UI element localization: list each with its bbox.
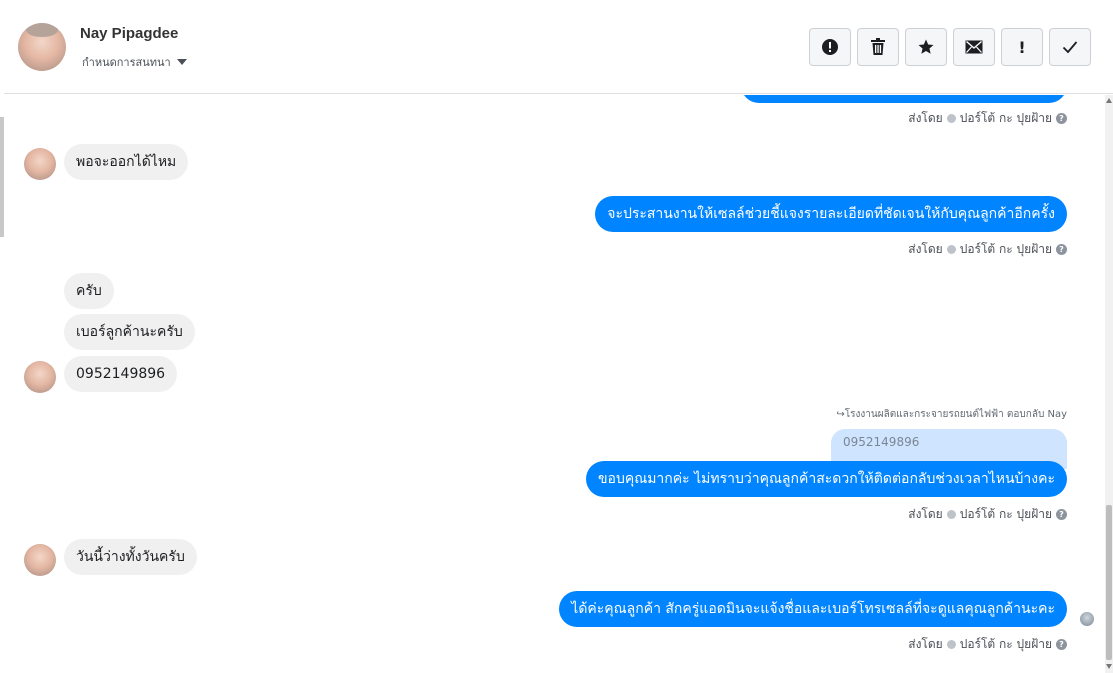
star-button[interactable] [905, 28, 947, 66]
scrollbar-thumb[interactable] [1106, 505, 1112, 660]
sent-by-sender[interactable]: ปอร์โต้ กะ ปุยฝ้าย [960, 109, 1052, 128]
mark-important-button[interactable]: ! [1001, 28, 1043, 66]
contact-avatar-small [24, 148, 56, 180]
outgoing-message[interactable]: ได้ค่ะคุณลูกค้า สักครู่แอดมินจะแจ้งชื่อแ… [559, 591, 1067, 627]
reply-note: ↪โรงงานผลิตและกระจายรถยนต์ไฟฟ้า ตอบกลับ … [836, 409, 1067, 420]
help-icon[interactable]: ? [1056, 244, 1067, 255]
sent-by-row: ส่งโดย ปอร์โต้ กะ ปุยฝ้าย ? [908, 240, 1067, 259]
incoming-message[interactable]: ครับ [64, 273, 114, 309]
scroll-up-icon[interactable] [1106, 98, 1112, 103]
sent-by-prefix: ส่งโดย [908, 507, 943, 521]
mark-spam-button[interactable] [809, 28, 851, 66]
sent-by-prefix: ส่งโดย [908, 637, 943, 651]
vertical-scrollbar[interactable] [1105, 95, 1113, 673]
message-thread[interactable]: ส่งโดย ปอร์โต้ กะ ปุยฝ้าย ? พอจะออกได้ไห… [4, 95, 1105, 673]
toolbar: ! [809, 28, 1091, 66]
mark-unread-button[interactable] [953, 28, 995, 66]
scroll-down-icon[interactable] [1106, 664, 1112, 669]
envelope-icon [965, 40, 983, 54]
outgoing-message[interactable]: จะประสานงานให้เซลล์ช่วยชี้แจงรายละเอียดท… [595, 196, 1067, 232]
exclamation-circle-icon [822, 39, 838, 55]
trash-icon [871, 38, 885, 55]
outgoing-message[interactable]: ขอบคุณมากค่ะ ไม่ทราบว่าคุณลูกค้าสะดวกให้… [585, 461, 1067, 497]
incoming-message[interactable]: เบอร์ลูกค้านะครับ [64, 314, 195, 350]
conversation-status-dropdown[interactable]: กำหนดการสนทนา [82, 53, 187, 71]
help-icon[interactable]: ? [1056, 113, 1067, 124]
sent-by-prefix: ส่งโดย [908, 242, 943, 256]
star-icon [918, 39, 934, 54]
partial-outgoing-bubble [741, 95, 1067, 103]
sent-by-sender[interactable]: ปอร์โต้ กะ ปุยฝ้าย [960, 240, 1052, 259]
sent-by-row: ส่งโดย ปอร์โต้ กะ ปุยฝ้าย ? [908, 505, 1067, 524]
seen-avatar [1080, 612, 1094, 626]
contact-name[interactable]: Nay Pipagdee [80, 25, 178, 42]
sent-by-sender[interactable]: ปอร์โต้ กะ ปุยฝ้าย [960, 505, 1052, 524]
sent-by-row: ส่งโดย ปอร์โต้ กะ ปุยฝ้าย ? [908, 109, 1067, 128]
conversation-header: Nay Pipagdee กำหนดการสนทนา ! [4, 0, 1113, 94]
sent-by-prefix: ส่งโดย [908, 111, 943, 125]
check-icon [1062, 41, 1078, 54]
contact-avatar-small [24, 361, 56, 393]
status-label: กำหนดการสนทนา [82, 56, 171, 69]
incoming-message[interactable]: 0952149896 [64, 356, 178, 392]
sender-dot-icon [946, 510, 956, 519]
sender-dot-icon [946, 245, 956, 254]
sender-dot-icon [946, 640, 956, 649]
incoming-message[interactable]: วันนี้ว่างทั้งวันครับ [64, 539, 197, 575]
delete-button[interactable] [857, 28, 899, 66]
caret-down-icon [176, 59, 187, 65]
contact-avatar-small [24, 544, 56, 576]
sent-by-row: ส่งโดย ปอร์โต้ กะ ปุยฝ้าย ? [908, 635, 1067, 654]
contact-avatar[interactable] [18, 23, 66, 71]
sent-by-sender[interactable]: ปอร์โต้ กะ ปุยฝ้าย [960, 635, 1052, 654]
help-icon[interactable]: ? [1056, 509, 1067, 520]
incoming-message[interactable]: พอจะออกได้ไหม [64, 144, 189, 180]
mark-done-button[interactable] [1049, 28, 1091, 66]
help-icon[interactable]: ? [1056, 639, 1067, 650]
sender-dot-icon [946, 114, 956, 123]
